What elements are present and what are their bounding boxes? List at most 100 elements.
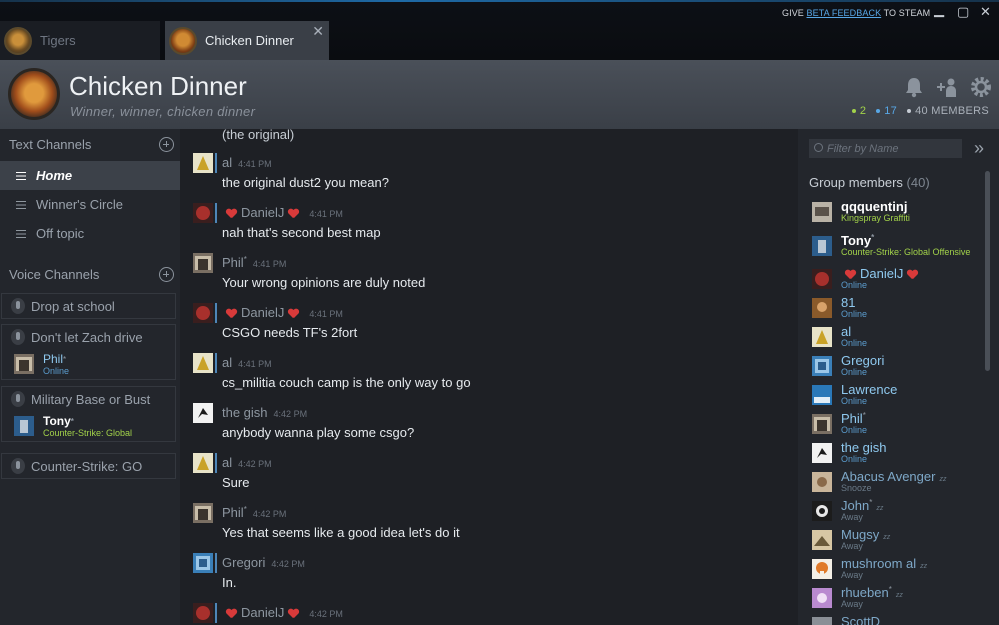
voice-user-phil[interactable]: Phil* Online [2, 349, 175, 379]
member-status: Online [841, 454, 868, 464]
member-name: qqquentinj [841, 199, 908, 214]
channel-winners-circle[interactable]: Winner's Circle [0, 190, 180, 219]
message-author[interactable]: al 4:41 PM [222, 355, 272, 370]
member-status: Online [841, 396, 868, 406]
member-phil[interactable]: Phil* Online [812, 411, 987, 440]
group-tagline: Winner, winner, chicken dinner [70, 104, 256, 119]
voice-channel-row[interactable]: Military Base or Bust [2, 387, 175, 411]
channel-label: Off topic [36, 226, 85, 241]
voice-channel-row[interactable]: Drop at school [2, 294, 175, 318]
author-name: the gish [222, 405, 268, 420]
member-status: Online [841, 367, 868, 377]
voice-channel-military-base[interactable]: Military Base or Bust Tony* Counter-Stri… [1, 386, 176, 442]
member-mugsy[interactable]: Mugsy zz Away [812, 527, 987, 556]
group-avatar [8, 68, 60, 120]
add-text-channel-icon[interactable] [159, 137, 174, 152]
collapse-panel-icon[interactable]: » [974, 138, 984, 159]
member-mushroom-al[interactable]: mushroom al zz Away [812, 556, 987, 585]
avatar [812, 327, 832, 347]
member-gregori[interactable]: Gregori Online [812, 353, 987, 382]
message-author[interactable]: DanielJ 4:41 PM [222, 205, 343, 220]
settings-gear-icon[interactable] [970, 76, 992, 98]
voice-channel-dont-let-zach-drive[interactable]: Don't let Zach drive Phil* Online [1, 324, 176, 380]
member-81[interactable]: 81 Online [812, 295, 987, 324]
text-channels-heading: Text Channels [9, 137, 92, 152]
member-danielj[interactable]: DanielJ Online [812, 266, 987, 295]
member-abacus-avenger[interactable]: Abacus Avenger zz Snooze [812, 469, 987, 498]
message-author[interactable]: Phil* 4:41 PM [222, 255, 286, 270]
message-author[interactable]: Phil* 4:42 PM [222, 505, 286, 520]
maximize-icon[interactable]: ▢ [957, 4, 969, 20]
add-voice-channel-icon[interactable] [159, 267, 174, 282]
microphone-icon [11, 298, 25, 314]
message-text: nah that's second best map [222, 225, 381, 240]
status-bar [215, 203, 217, 223]
avatar [193, 453, 213, 473]
nickname-star-icon: * [63, 354, 67, 364]
voice-channel-row[interactable]: Don't let Zach drive [2, 325, 175, 349]
status-bar [215, 353, 217, 373]
member-lawrence[interactable]: Lawrence Online [812, 382, 987, 411]
minimize-icon[interactable]: ▁ [934, 2, 944, 18]
close-window-icon[interactable]: ✕ [980, 4, 991, 20]
avatar [14, 416, 34, 436]
nickname-star-icon: * [871, 233, 875, 242]
avatar [812, 356, 832, 376]
member-name: Gregori [841, 353, 885, 368]
channel-lines-icon [16, 200, 26, 209]
voice-user-name: Phil [43, 351, 64, 366]
nickname-star-icon: * [243, 255, 247, 264]
channel-off-topic[interactable]: Off topic [0, 219, 180, 248]
chat-message: DanielJ 4:41 PM nah that's second best ma… [193, 199, 793, 249]
snooze-icon: zz [883, 534, 891, 541]
voice-user-tony[interactable]: Tony* Counter-Strike: Global [2, 411, 175, 441]
message-time: 4:42 PM [309, 609, 343, 619]
channel-label: Home [36, 168, 73, 183]
author-name: al [222, 455, 233, 470]
avatar [812, 472, 832, 492]
filter-members-input[interactable] [809, 139, 962, 158]
bell-icon[interactable] [903, 76, 925, 98]
author-name: Phil [222, 255, 244, 270]
message-author[interactable]: al 4:41 PM [222, 155, 272, 170]
message-author[interactable]: DanielJ 4:41 PM [222, 305, 343, 320]
member-status: Away [841, 541, 863, 551]
tigers-group-icon [4, 26, 32, 55]
channel-home[interactable]: Home [0, 161, 180, 190]
message-author[interactable]: the gish 4:42 PM [222, 405, 307, 420]
member-status: Online [841, 309, 868, 319]
member-the-gish[interactable]: the gish Online [812, 440, 987, 469]
member-scottd[interactable]: ScottD [812, 614, 987, 625]
voice-channel-drop-at-school[interactable]: Drop at school [1, 293, 176, 319]
tab-tigers[interactable]: Tigers [0, 21, 160, 60]
member-qqquentinj[interactable]: qqquentinj Kingspray Graffiti [812, 199, 987, 228]
tab-chicken-dinner[interactable]: Chicken Dinner ✕ [165, 21, 329, 60]
channel-lines-icon [16, 229, 26, 238]
voice-channel-row[interactable]: Counter-Strike: GO [2, 454, 175, 478]
message-author[interactable]: Gregori 4:42 PM [222, 555, 305, 570]
member-john[interactable]: John*zz Away [812, 498, 987, 527]
message-author[interactable]: al 4:42 PM [222, 455, 272, 470]
close-tab-icon[interactable]: ✕ [312, 23, 324, 40]
avatar [812, 530, 832, 550]
heart-icon [288, 209, 299, 218]
message-text: anybody wanna play some csgo? [222, 425, 415, 440]
microphone-icon [11, 329, 25, 345]
add-friend-icon[interactable] [936, 76, 958, 98]
feedback-suffix: TO STEAM [881, 8, 931, 18]
member-name: al [841, 324, 852, 339]
member-tony[interactable]: Tony* Counter-Strike: Global Offensive [812, 233, 987, 262]
member-al[interactable]: al Online [812, 324, 987, 353]
snooze-icon: zz [920, 563, 928, 570]
microphone-icon [11, 391, 25, 407]
beta-feedback-link[interactable]: BETA FEEDBACK [807, 8, 882, 18]
voice-channel-label: Drop at school [31, 298, 115, 314]
avatar [812, 414, 832, 434]
avatar [812, 443, 832, 463]
member-rhueben[interactable]: rhueben*zz Away [812, 585, 987, 614]
member-name: Mugsy [841, 527, 880, 542]
voice-channel-counter-strike[interactable]: Counter-Strike: GO [1, 453, 176, 479]
avatar [193, 153, 213, 173]
message-author[interactable]: DanielJ 4:42 PM [222, 605, 343, 620]
message-text: CSGO needs TF's 2fort [222, 325, 358, 340]
